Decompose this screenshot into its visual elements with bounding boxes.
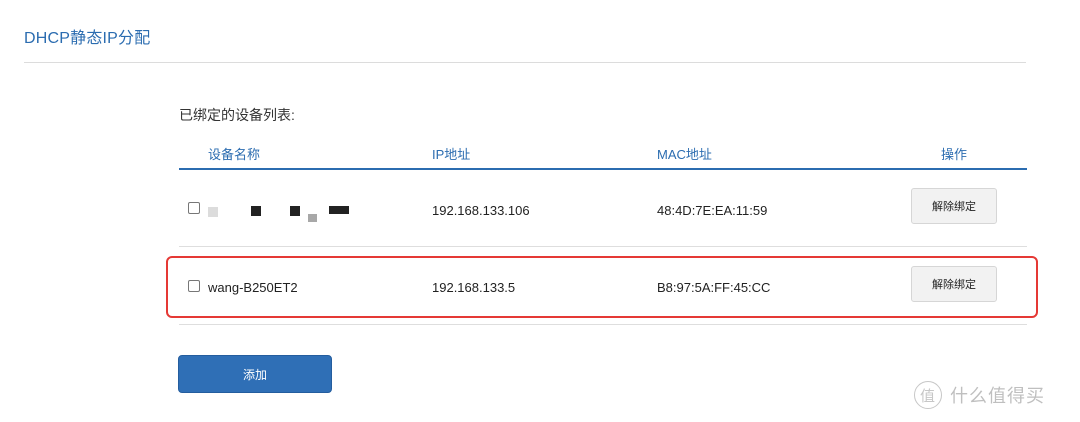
bound-device-table: 设备名称 IP地址 MAC地址 操作 192.168.133.106 48:4D… — [179, 140, 1027, 325]
header-ip-address: IP地址 — [432, 147, 471, 162]
row-device-name: wang-B250ET2 — [208, 280, 298, 295]
row-ip: 192.168.133.106 — [432, 203, 530, 218]
row-checkbox[interactable] — [188, 202, 200, 214]
header-device-name: 设备名称 — [208, 147, 261, 162]
header-operation: 操作 — [941, 147, 968, 162]
redaction-block — [208, 203, 378, 223]
row-mac: 48:4D:7E:EA:11:59 — [657, 203, 768, 218]
watermark-text: 什么值得买 — [950, 386, 1045, 406]
row-ip: 192.168.133.5 — [432, 280, 516, 295]
table-header: 设备名称 IP地址 MAC地址 操作 — [179, 140, 1027, 170]
add-button[interactable]: 添加 — [178, 355, 332, 393]
title-divider — [24, 62, 1026, 63]
header-mac-address: MAC地址 — [657, 147, 712, 162]
page-title: DHCP静态IP分配 — [24, 30, 151, 47]
watermark-icon: 值 — [914, 381, 942, 409]
unbind-button[interactable]: 解除绑定 — [911, 188, 997, 224]
watermark: 值 什么值得买 — [914, 378, 1045, 412]
unbind-button[interactable]: 解除绑定 — [911, 266, 997, 302]
row-mac: B8:97:5A:FF:45:CC — [657, 280, 771, 295]
table-row: wang-B250ET2 192.168.133.5 B8:97:5A:FF:4… — [179, 247, 1027, 325]
row-checkbox[interactable] — [188, 280, 200, 292]
table-row: 192.168.133.106 48:4D:7E:EA:11:59 解除绑定 — [179, 170, 1027, 247]
section-label: 已绑定的设备列表: — [179, 107, 295, 123]
